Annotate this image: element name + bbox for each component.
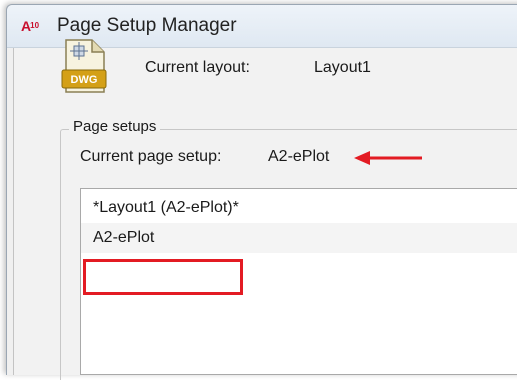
current-layout-label: Current layout:	[145, 59, 250, 76]
dwg-icon-label: DWG	[71, 74, 98, 86]
list-item[interactable]: A2-ePlot	[81, 223, 517, 253]
autocad-icon: A10	[21, 18, 40, 34]
list-item[interactable]: *Layout1 (A2-ePlot)*	[81, 193, 517, 223]
current-page-setup-value: A2-ePlot	[268, 148, 330, 165]
highlight-box	[83, 259, 243, 295]
window-title: Page Setup Manager	[57, 15, 237, 36]
red-arrow-left-icon	[354, 151, 422, 165]
page-setups-group-label: Page setups	[69, 118, 161, 135]
current-layout-value: Layout1	[314, 59, 371, 76]
current-page-setup-label: Current page setup:	[80, 148, 222, 165]
dwg-file-icon: DWG	[61, 39, 107, 93]
